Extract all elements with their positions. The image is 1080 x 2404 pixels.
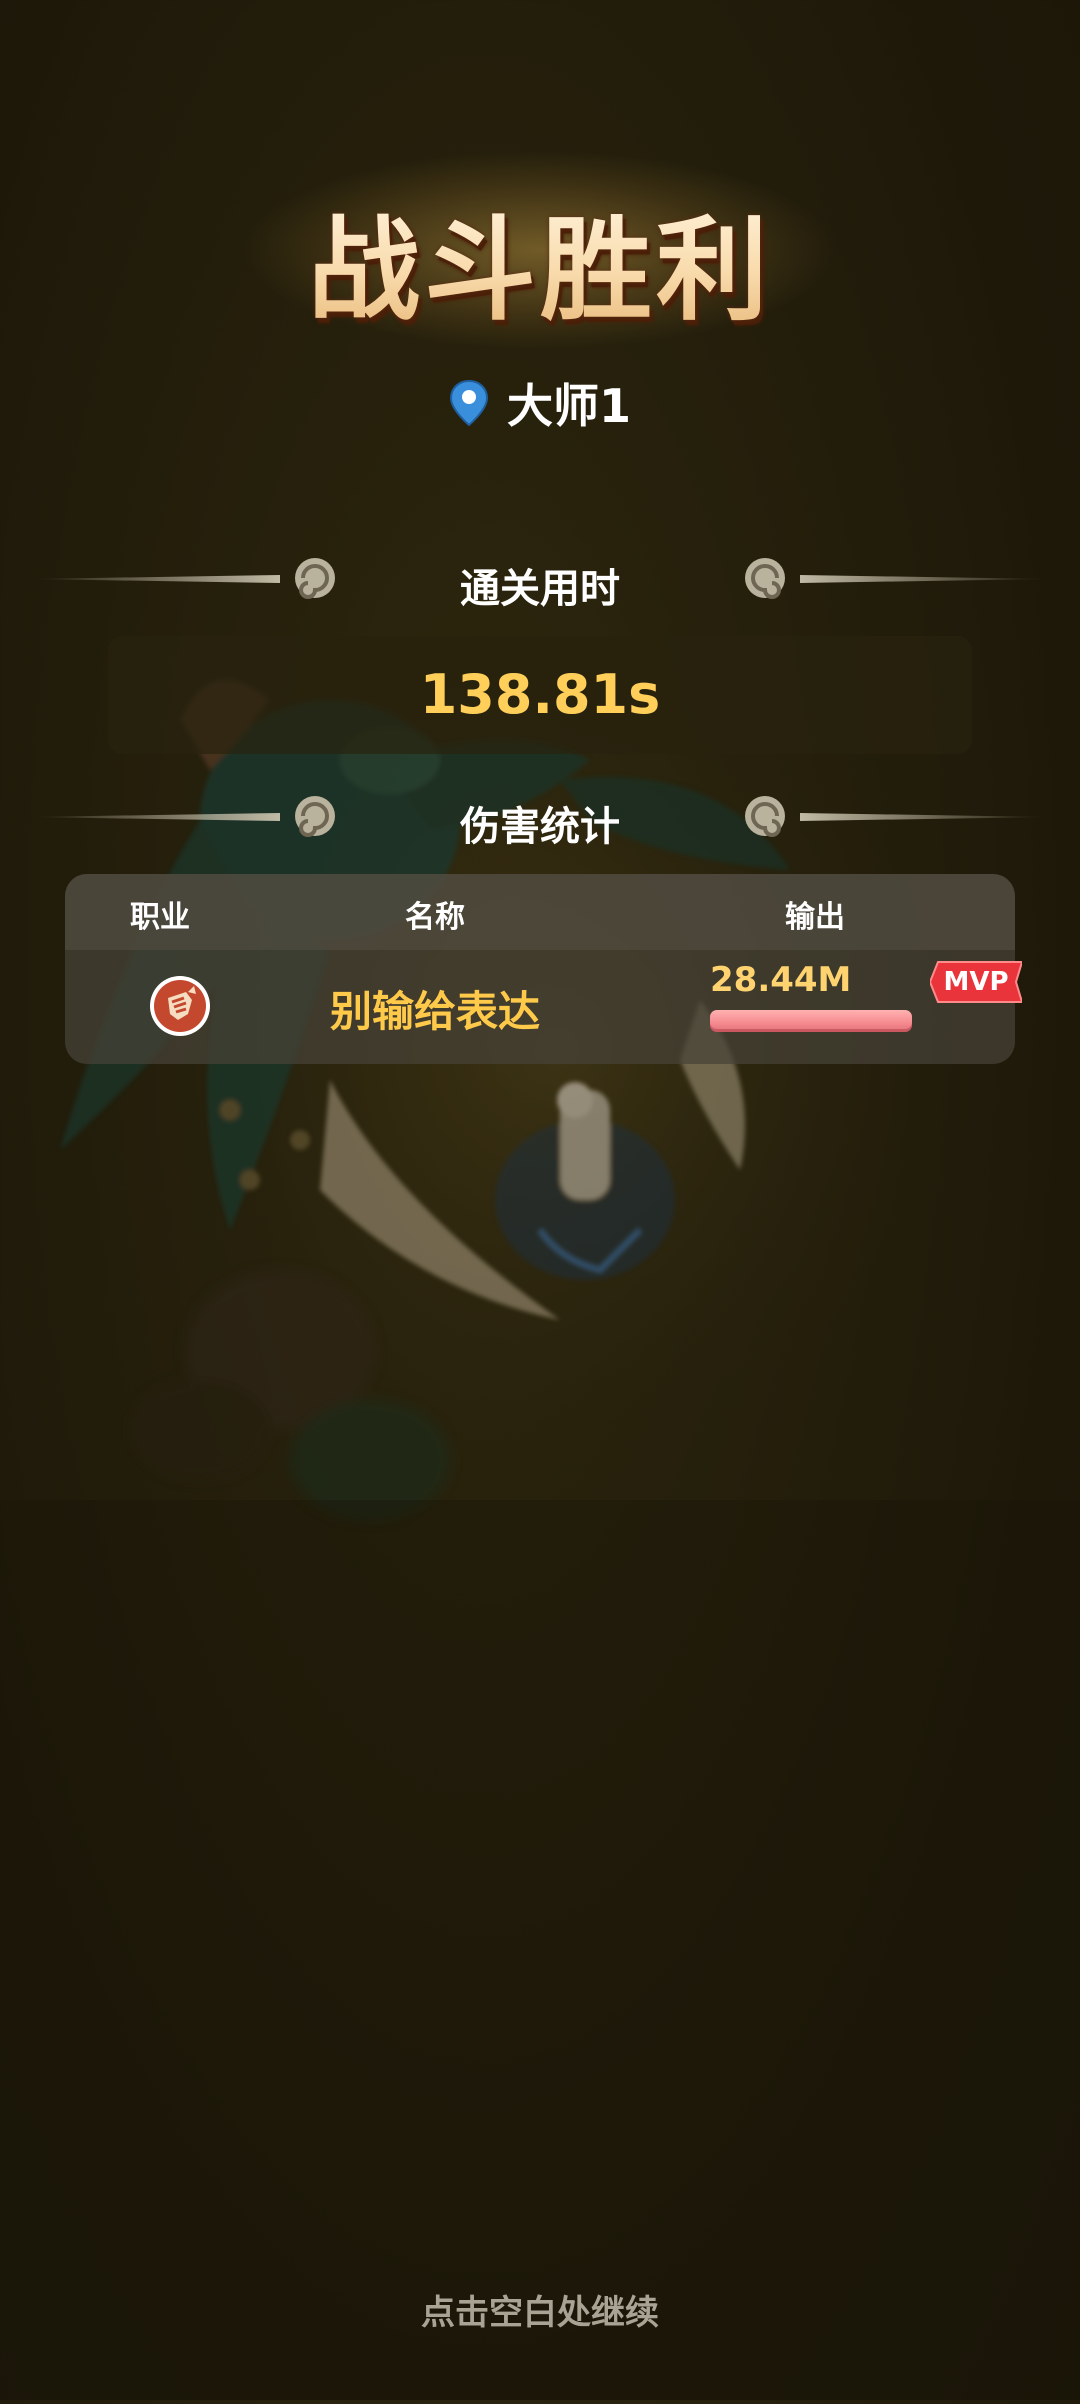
damage-stats-table: 职业 名称 输出 别输给表达 28.44M MVP — [65, 874, 1022, 1064]
damage-stats-header: 伤害统计 — [0, 786, 1080, 856]
damage-output-value: 28.44M — [710, 960, 852, 1000]
table-header: 职业 名称 输出 — [65, 874, 1015, 950]
victory-title: 战斗胜利 — [0, 180, 1080, 342]
right-cloud-ornament-icon — [745, 796, 1050, 837]
damage-bar-fill — [710, 1010, 912, 1032]
fist-class-icon — [150, 976, 210, 1036]
column-header-output: 输出 — [785, 900, 845, 935]
dim-overlay[interactable] — [0, 0, 1080, 2400]
mvp-label: MVP — [943, 967, 1009, 997]
right-cloud-ornament-icon — [745, 558, 1050, 599]
column-header-class: 职业 — [130, 900, 190, 935]
tap-to-continue-hint[interactable]: 点击空白处继续 — [0, 2285, 1080, 2334]
stage-label: 大师1 — [506, 379, 631, 433]
stage-info: 大师1 — [0, 370, 1080, 436]
clear-time-header: 通关用时 — [0, 548, 1080, 618]
damage-bar — [710, 1010, 912, 1032]
clear-time-box: 138.81s — [108, 636, 972, 754]
location-pin-icon — [449, 379, 488, 427]
table-row[interactable]: 别输给表达 28.44M MVP — [65, 950, 1022, 1064]
mvp-badge: MVP — [930, 960, 1022, 1004]
player-name: 别输给表达 — [329, 987, 540, 1036]
clear-time-value: 138.81s — [419, 663, 661, 726]
column-header-name: 名称 — [405, 900, 465, 935]
